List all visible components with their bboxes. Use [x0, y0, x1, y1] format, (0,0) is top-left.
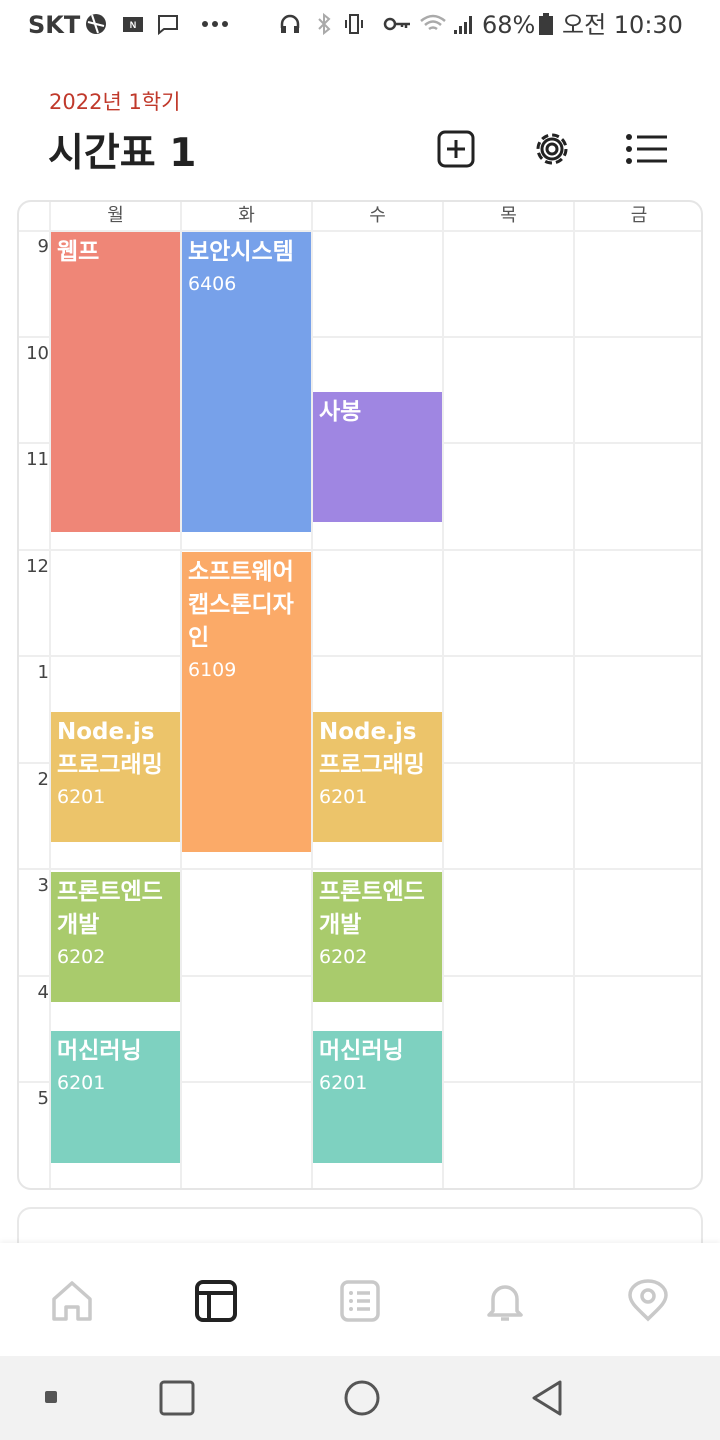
back-icon[interactable]	[528, 1378, 566, 1418]
day-header-fri: 금	[630, 205, 648, 226]
mail-icon: N	[123, 17, 143, 32]
hour-label: 4	[37, 982, 49, 1003]
course-room: 6201	[57, 1072, 106, 1094]
hour-label: 2	[37, 769, 49, 790]
grid-line	[573, 202, 575, 1188]
course-room: 6406	[188, 273, 237, 295]
hour-label: 3	[37, 875, 49, 896]
battery-icon	[539, 13, 553, 35]
nav-timetable[interactable]	[192, 1277, 240, 1325]
timetable-icon	[195, 1280, 237, 1322]
day-header-thu: 목	[500, 205, 517, 226]
nav-home[interactable]	[48, 1277, 96, 1325]
hour-label: 11	[26, 449, 49, 470]
grid-line	[19, 868, 701, 870]
course-name: 소프트웨어캡스톤디자인	[188, 559, 294, 651]
course-name: 웹프	[57, 239, 100, 265]
carrier-label: SKT	[28, 11, 81, 39]
course-room: 6201	[319, 1072, 368, 1094]
course-room: 6202	[57, 946, 106, 968]
course-name: Node.js프로그래밍	[319, 719, 425, 778]
wifi-icon	[420, 14, 446, 31]
nav-board[interactable]	[336, 1277, 384, 1325]
settings-button[interactable]	[527, 124, 577, 174]
course-name: 보안시스템	[188, 239, 294, 265]
clock: 오전 10:30	[562, 11, 683, 39]
course-block[interactable]: 머신러닝 6201	[51, 1031, 180, 1163]
course-block[interactable]: 사봉	[313, 392, 442, 522]
vibrate-icon	[345, 14, 363, 34]
hour-label: 5	[37, 1088, 49, 1109]
header: 2022년 1학기 시간표 1	[0, 50, 720, 190]
add-course-button[interactable]	[431, 124, 481, 174]
course-block[interactable]: 웹프	[51, 232, 180, 532]
course-name: 머신러닝	[57, 1038, 142, 1064]
course-name: Node.js프로그래밍	[57, 719, 163, 778]
day-header-tue: 화	[238, 205, 255, 226]
signal-icon	[454, 16, 472, 34]
grid-line	[19, 549, 701, 551]
status-bar: SKT N 68% 오전 10:30	[0, 0, 720, 50]
bell-icon	[487, 1285, 523, 1321]
hour-label: 1	[37, 662, 49, 683]
list-button[interactable]	[622, 124, 672, 174]
system-nav-bar	[0, 1356, 720, 1440]
course-room: 6201	[319, 786, 368, 808]
home-square-icon[interactable]	[158, 1379, 196, 1417]
recent-apps-icon[interactable]	[44, 1390, 58, 1404]
semester-label[interactable]: 2022년 1학기	[49, 86, 180, 116]
battery-percent: 68%	[482, 11, 536, 39]
bluetooth-icon	[318, 12, 331, 36]
list-icon	[626, 134, 667, 164]
course-name: 프론트엔드개발	[57, 879, 163, 938]
course-block[interactable]: Node.js프로그래밍 6201	[313, 712, 442, 842]
hour-label: 10	[26, 343, 49, 364]
headphones-icon	[280, 14, 300, 33]
key-icon	[383, 17, 410, 31]
plus-square-icon	[437, 130, 475, 168]
message-icon	[158, 15, 178, 36]
nav-notifications[interactable]	[481, 1277, 529, 1325]
nav-campus-pick[interactable]	[624, 1277, 672, 1325]
course-room: 6201	[57, 786, 106, 808]
course-block[interactable]: 프론트엔드개발 6202	[313, 872, 442, 1002]
course-room: 6202	[319, 946, 368, 968]
home-icon	[52, 1281, 92, 1321]
course-room: 6109	[188, 659, 237, 681]
gear-icon	[536, 133, 568, 165]
day-header-wed: 수	[369, 205, 386, 226]
bottom-nav	[0, 1243, 720, 1356]
course-name: 머신러닝	[319, 1038, 404, 1064]
course-block[interactable]: 소프트웨어캡스톤디자인 6109	[182, 552, 311, 852]
more-dots-icon	[202, 21, 228, 27]
board-icon	[340, 1280, 380, 1322]
course-block[interactable]: 프론트엔드개발 6202	[51, 872, 180, 1002]
timetable: 월 화 수 목 금 9 10 11 12 1 2 3 4 5 웹프 보안시스템 …	[17, 200, 703, 1190]
grid-line	[19, 655, 701, 657]
page-title[interactable]: 시간표 1	[48, 122, 196, 178]
course-block[interactable]: Node.js프로그래밍 6201	[51, 712, 180, 842]
grid-line	[442, 202, 444, 1188]
hour-label: 12	[26, 556, 49, 577]
course-block[interactable]: 보안시스템 6406	[182, 232, 311, 532]
campus-pick-icon	[628, 1279, 668, 1322]
ball-icon	[86, 14, 106, 34]
hour-label: 9	[37, 236, 49, 257]
course-name: 프론트엔드개발	[319, 879, 425, 938]
home-circle-icon[interactable]	[342, 1378, 382, 1418]
course-block[interactable]: 머신러닝 6201	[313, 1031, 442, 1163]
day-header-mon: 월	[107, 205, 124, 226]
svg-text:N: N	[130, 20, 137, 30]
course-name: 사봉	[319, 399, 362, 425]
